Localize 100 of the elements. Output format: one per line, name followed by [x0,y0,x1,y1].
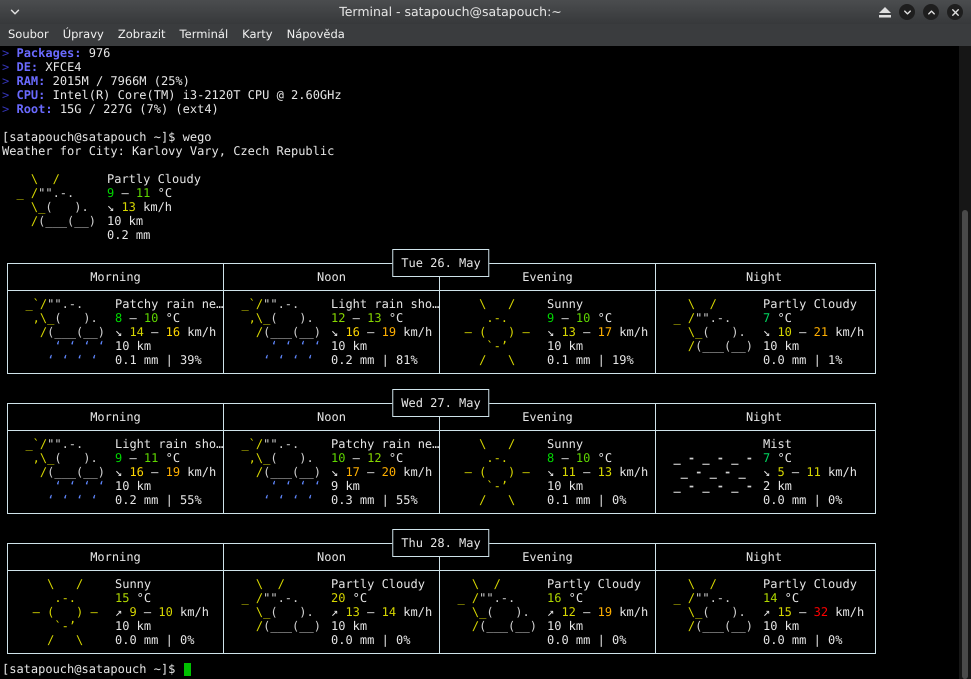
menu-item[interactable]: Nápověda [280,26,351,44]
period-label: Evening [522,550,573,564]
period-label: Evening [522,270,573,284]
temperature-text: 10 – 12 °C [331,451,404,465]
precipitation-text: 0.1 mm | 19% [547,353,634,367]
ascii-weather-art: _`/"".-. ,\_( ). /(___(__) ‘ ‘ ‘ ‘ ‘ ‘ ‘ ‘ [24,297,105,367]
visibility-text: 2 km [763,479,792,493]
close-icon [950,6,960,18]
condition-text: Partly Cloudy [331,577,425,591]
visibility-text: 10 km [763,619,800,633]
precipitation-text: 0.2 mm [107,228,150,242]
ascii-weather-art: \ / .-. ― ( ) ― `-’ / \ [32,577,98,647]
temperature-text: 7 °C [763,311,792,325]
wind-text: ↘ 11 – 13 km/h [547,465,648,479]
period-label: Morning [90,410,141,424]
date-label: Tue 26. May [392,249,490,277]
precipitation-text: 0.0 mm | 0% [547,633,626,647]
precipitation-text: 0.0 mm | 0% [115,633,194,647]
eject-icon[interactable] [879,6,891,18]
visibility-text: 10 km [547,619,584,633]
condition-text: Light rain sho… [115,437,224,451]
ascii-weather-art: _`/"".-. ,\_( ). /(___(__) ‘ ‘ ‘ ‘ ‘ ‘ ‘ ‘ [24,437,105,507]
period-label: Noon [317,410,346,424]
wind-text: ↗ 9 – 10 km/h [115,605,209,619]
visibility-text: 10 km [115,619,152,633]
ascii-weather-art: \ / _ /"".-. \_( ). /(___(__) [672,577,753,633]
condition-text: Partly Cloudy [107,172,201,186]
prompt-line: [satapouch@satapouch ~]$ wego [2,130,212,144]
visibility-text: 10 km [107,214,144,228]
date-label: Wed 27. May [392,389,490,417]
precipitation-text: 0.0 mm | 0% [763,633,842,647]
ascii-weather-art: \ / _ /"".-. \_( ). /(___(__) [672,297,753,353]
scrollbar-thumb[interactable] [962,210,968,679]
wind-text: ↗ 13 – 14 km/h [331,605,432,619]
period-label: Noon [317,270,346,284]
period-label: Morning [90,270,141,284]
sysinfo-line: > CPU: Intel(R) Core(TM) i3-2120T CPU @ 2.60GHz [2,88,342,102]
temperature-text: 12 – 13 °C [331,311,404,325]
temperature-text: 20 °C [331,591,368,605]
visibility-text: 10 km [115,339,152,353]
sysinfo-line: > Root: 15G / 227G (7%) (ext4) [2,102,219,116]
maximize-button[interactable] [923,4,939,20]
precipitation-text: 0.1 mm | 0% [547,493,626,507]
precipitation-text: 0.1 mm | 39% [115,353,202,367]
menu-item[interactable]: Zobrazit [112,26,172,44]
wind-text: ↘ 16 – 19 km/h [331,325,432,339]
temperature-text: 9 – 11 °C [107,186,172,200]
period-label: Night [746,550,782,564]
wind-text: ↘ 16 – 19 km/h [115,465,216,479]
precipitation-text: 0.3 mm | 55% [331,493,418,507]
prompt-line: [satapouch@satapouch ~]$ [2,662,176,676]
ascii-weather-art: \ / .-. ― ( ) ― `-’ / \ [464,297,530,367]
condition-text: Partly Cloudy [763,297,857,311]
menu-item[interactable]: Úpravy [56,26,110,44]
wind-text: ↘ 13 – 17 km/h [547,325,648,339]
period-label: Evening [522,410,573,424]
temperature-text: 14 °C [763,591,800,605]
condition-text: Partly Cloudy [547,577,641,591]
precipitation-text: 0.0 mm | 0% [331,633,410,647]
period-label: Night [746,270,782,284]
temperature-text: 9 – 10 °C [547,311,612,325]
wind-text: ↘ 17 – 20 km/h [331,465,432,479]
date-label: Thu 28. May [392,529,490,557]
temperature-text: 8 – 10 °C [115,311,180,325]
condition-text: Sunny [547,297,584,311]
temperature-text: 16 °C [547,591,584,605]
period-label: Morning [90,550,141,564]
visibility-text: 10 km [331,619,368,633]
temperature-text: 9 – 11 °C [115,451,180,465]
ascii-weather-art: \ / .-. ― ( ) ― `-’ / \ [464,437,530,507]
temperature-text: 7 °C [763,451,792,465]
wind-text: ↘ 13 km/h [107,200,172,214]
visibility-text: 10 km [331,339,368,353]
ascii-weather-art: _`/"".-. ,\_( ). /(___(__) ‘ ‘ ‘ ‘ ‘ ‘ ‘ ‘ [240,297,321,367]
visibility-text: 10 km [547,479,584,493]
wind-text: ↘ 10 – 21 km/h [763,325,864,339]
precipitation-text: 0.0 mm | 1% [763,353,842,367]
menu-item[interactable]: Terminál [174,26,234,44]
condition-text: Sunny [115,577,152,591]
visibility-text: 10 km [763,339,800,353]
precipitation-text: 0.2 mm | 81% [331,353,418,367]
ascii-weather-art: \ / _ /"".-. \_( ). /(___(__) [456,577,537,633]
location-text: Weather for City: Karlovy Vary, Czech Republic [2,144,334,158]
menu-item[interactable]: Karty [236,26,279,44]
menu-item[interactable]: Soubor [2,26,55,44]
condition-text: Partly Cloudy [763,577,857,591]
wind-text: ↗ 12 – 19 km/h [547,605,648,619]
ascii-weather-art: \ / _ /"".-. \_( ). /(___(__) [240,577,321,633]
sysinfo-line: > RAM: 2015M / 7966M (25%) [2,74,190,88]
precipitation-text: 0.2 mm | 55% [115,493,202,507]
condition-text: Patchy rain ne… [115,297,224,311]
ascii-weather-art: _`/"".-. ,\_( ). /(___(__) ‘ ‘ ‘ ‘ ‘ ‘ ‘ ‘ [240,437,321,507]
window-title: Terminal - satapouch@satapouch:~ [339,2,562,21]
ascii-weather-art: \ / _ /"".-. \_( ). /(___(__) [15,172,96,228]
ascii-weather-art: _ - _ - _ - _ - _ - _ _ - _ - _ - [672,451,753,493]
visibility-text: 10 km [547,339,584,353]
close-button[interactable] [947,4,963,20]
precipitation-text: 0.0 mm | 0% [763,493,842,507]
wind-text: ↗ 15 – 32 km/h [763,605,864,619]
minimize-button[interactable] [899,4,915,20]
